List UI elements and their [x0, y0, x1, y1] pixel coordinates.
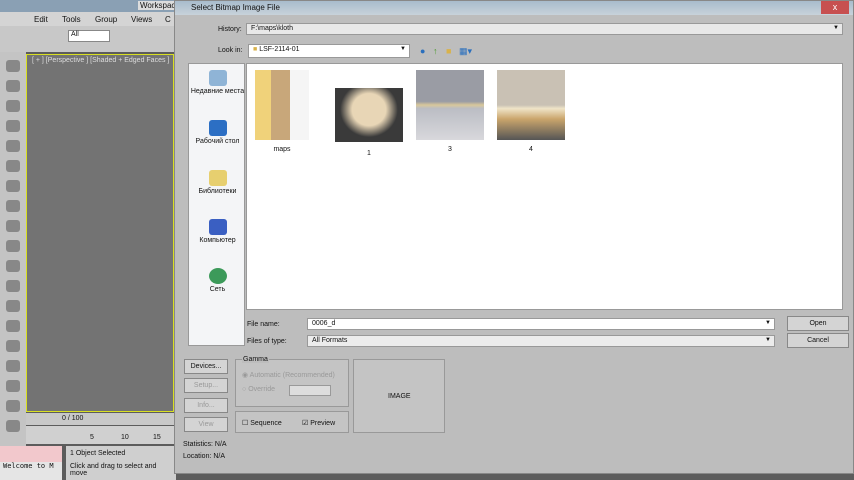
place-desktop[interactable]: Рабочий стол	[189, 120, 246, 145]
menu-more[interactable]: C	[165, 15, 171, 24]
lookin-label: Look in:	[218, 47, 243, 54]
place-network[interactable]: Сеть	[189, 268, 246, 293]
tick: 5	[90, 434, 94, 441]
chevron-down-icon: ▼	[833, 25, 839, 31]
gamma-auto-label: Automatic (Recommended)	[249, 372, 335, 379]
gamma-override-label: Override	[248, 386, 276, 393]
preview-label: Preview	[310, 420, 336, 427]
place-label: Недавние места	[190, 88, 245, 95]
menu-group[interactable]: Group	[95, 15, 117, 24]
filetype-dropdown[interactable]: All Formats ▼	[307, 335, 775, 347]
open-button[interactable]: Open	[787, 316, 849, 331]
gamma-auto-radio[interactable]: ◉ Automatic (Recommended)	[242, 371, 335, 379]
libraries-icon	[208, 170, 227, 186]
status-hint: Click and drag to select and move	[70, 463, 157, 477]
file-item[interactable]: 4	[497, 70, 565, 153]
menu-edit[interactable]: Edit	[34, 15, 48, 24]
gamma-title: Gamma	[242, 356, 269, 363]
history-dropdown[interactable]: F:\maps\kloth ▼	[246, 23, 843, 35]
filetype-label: Files of type:	[247, 338, 287, 345]
sequence-label: Sequence	[250, 420, 282, 427]
file-item[interactable]: 1	[335, 88, 403, 157]
preview-placeholder: IMAGE	[388, 393, 411, 400]
preview-checkbox[interactable]: ☑ Preview	[302, 419, 335, 427]
app-titlebar: Workspace	[0, 0, 182, 12]
time-slider[interactable]: 0 / 100	[26, 413, 174, 425]
cancel-button[interactable]: Cancel	[787, 333, 849, 348]
lookin-dropdown[interactable]: ■ LSF-2114-01 ▼	[248, 44, 410, 58]
status-bar: 1 Object Selected Click and drag to sele…	[66, 446, 176, 480]
command-tools	[0, 52, 26, 447]
options-group: ☐ Sequence ☑ Preview	[235, 411, 349, 433]
chevron-down-icon: ▼	[400, 46, 406, 52]
preview-area: IMAGE	[353, 359, 445, 433]
close-button[interactable]: x	[821, 1, 849, 14]
maxscript-listener[interactable]: Welcome to M	[0, 446, 62, 480]
recent-places-icon	[208, 70, 227, 86]
place-label: Компьютер	[199, 237, 236, 244]
place-label: Библиотеки	[198, 188, 237, 195]
places-bar: Недавние места Рабочий стол Библиотеки К…	[188, 63, 245, 346]
time-slider-value: 0 / 100	[62, 415, 84, 422]
filename-value: 0006_d	[312, 320, 336, 327]
dialog-title: Select Bitmap Image File	[191, 3, 280, 12]
view-button[interactable]: View	[184, 417, 228, 432]
listener-text: Welcome to M	[3, 462, 54, 470]
select-bitmap-dialog: Select Bitmap Image File x History: F:\m…	[174, 0, 854, 474]
file-name: 4	[529, 146, 533, 153]
track-bar[interactable]: 5 10 15	[26, 426, 174, 444]
place-recent[interactable]: Недавние места	[189, 70, 246, 95]
folder-icon	[255, 70, 309, 140]
image-thumbnail	[416, 70, 484, 140]
file-name: 3	[448, 146, 452, 153]
desktop-icon	[208, 120, 227, 136]
statistics-text: Statistics: N/A	[183, 441, 227, 448]
filename-label: File name:	[247, 321, 280, 328]
place-libraries[interactable]: Библиотеки	[189, 170, 246, 195]
view-menu-icon[interactable]: ▦▾	[459, 46, 472, 57]
app-menubar: Edit Tools Group Views C	[0, 12, 180, 26]
chevron-down-icon: ▼	[765, 320, 771, 326]
new-folder-icon[interactable]: ■	[446, 46, 451, 56]
devices-button[interactable]: Devices...	[184, 359, 228, 374]
history-label: History:	[218, 26, 242, 33]
selection-filter[interactable]: All	[68, 30, 110, 42]
file-name: maps	[273, 146, 291, 153]
lookin-value: LSF-2114-01	[259, 46, 300, 53]
status-selected: 1 Object Selected	[70, 450, 126, 457]
history-value: F:\maps\kloth	[251, 25, 294, 32]
file-name: 1	[367, 150, 371, 157]
computer-icon	[208, 219, 227, 235]
filetype-value: All Formats	[312, 337, 348, 344]
viewport[interactable]	[26, 54, 174, 412]
network-icon	[208, 268, 227, 284]
file-list[interactable]: maps 1 3 4	[246, 63, 843, 310]
tick: 15	[153, 434, 161, 441]
viewport-label[interactable]: [ + ] [Perspective ] [Shaded + Edged Fac…	[32, 57, 169, 64]
info-button[interactable]: Info...	[184, 398, 228, 413]
folder-icon: ■	[253, 46, 258, 53]
up-folder-icon[interactable]: ↑	[433, 46, 438, 56]
image-thumbnail	[335, 88, 403, 142]
gamma-group: Gamma ◉ Automatic (Recommended) ○ Overri…	[235, 356, 349, 407]
menu-tools[interactable]: Tools	[62, 15, 81, 24]
file-item[interactable]: maps	[255, 70, 309, 153]
gamma-spinner[interactable]	[289, 385, 331, 396]
chevron-down-icon: ▼	[765, 337, 771, 343]
place-label: Сеть	[209, 286, 226, 293]
app-toolbar: All	[0, 26, 180, 52]
filename-input[interactable]: 0006_d ▼	[307, 318, 775, 330]
place-computer[interactable]: Компьютер	[189, 219, 246, 244]
image-thumbnail	[497, 70, 565, 140]
file-item[interactable]: 3	[416, 70, 484, 153]
dialog-titlebar: Select Bitmap Image File x	[175, 1, 853, 15]
back-icon[interactable]: ●	[420, 46, 425, 56]
place-label: Рабочий стол	[195, 138, 240, 145]
sequence-checkbox[interactable]: ☐ Sequence	[242, 419, 282, 427]
location-text: Location: N/A	[183, 453, 226, 460]
setup-button[interactable]: Setup...	[184, 378, 228, 393]
gamma-override-radio[interactable]: ○ Override	[242, 386, 275, 393]
tick: 10	[121, 434, 129, 441]
menu-views[interactable]: Views	[131, 15, 152, 24]
